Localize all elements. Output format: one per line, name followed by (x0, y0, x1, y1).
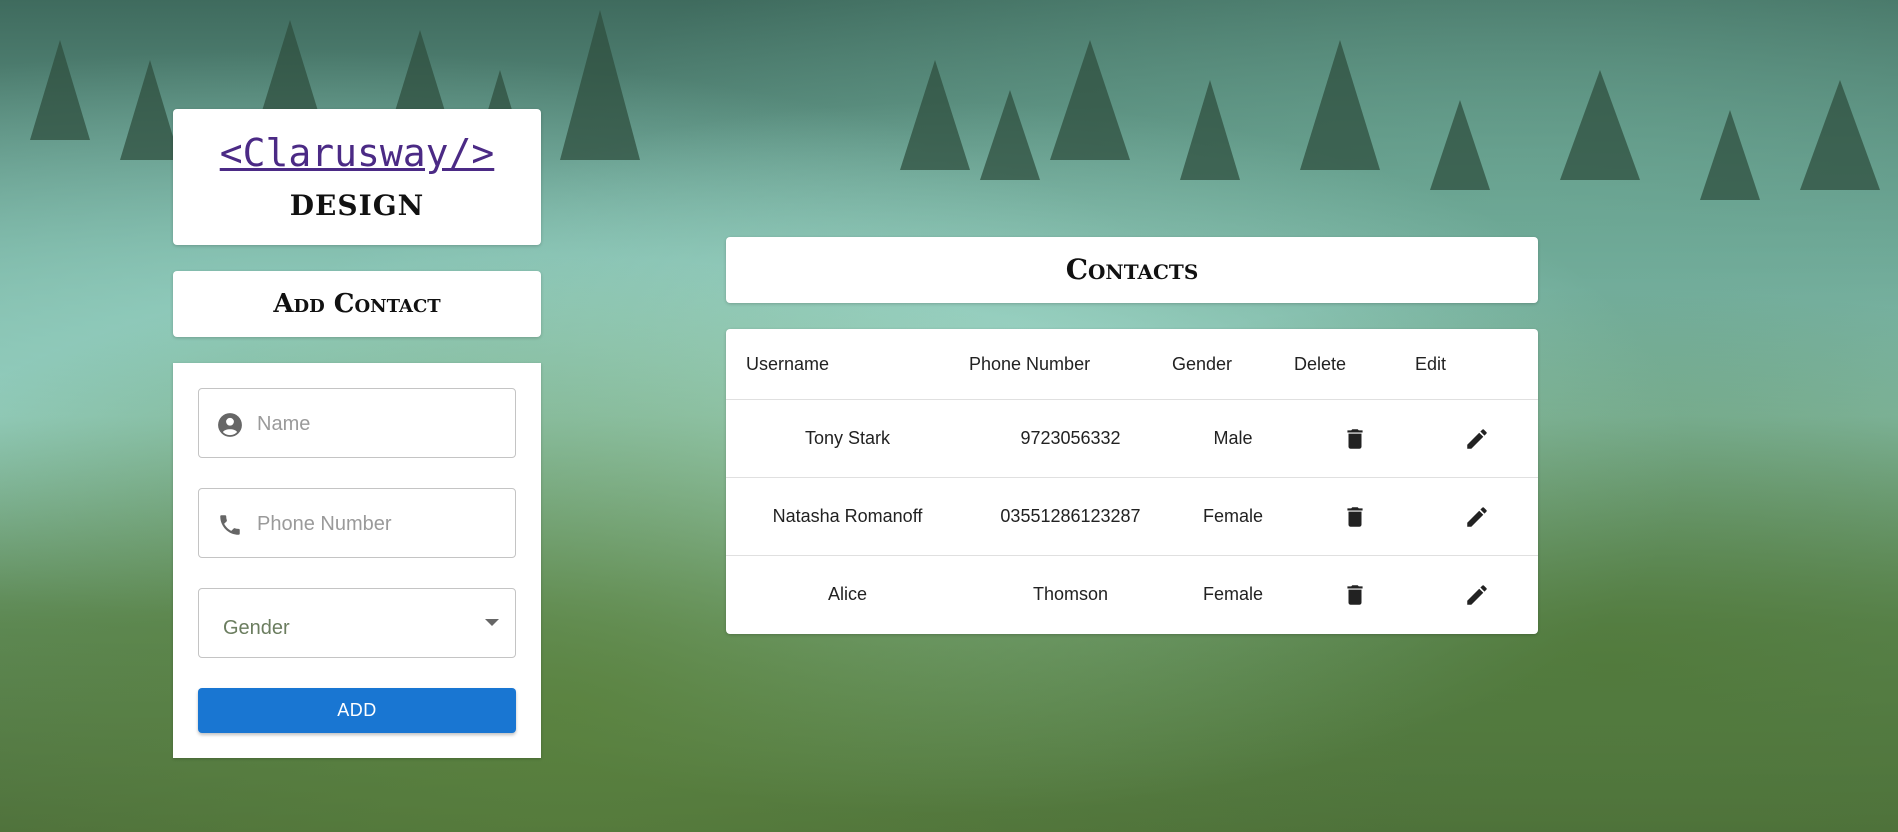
cell-edit (1415, 477, 1538, 556)
cell-gender: Female (1202, 584, 1264, 604)
cell-delete (1294, 399, 1415, 478)
brand-subtitle: DESIGN (289, 189, 425, 222)
gender-select-label: Gender (223, 617, 290, 639)
table-header-row: Username Phone Number Gender Delete Edit (726, 329, 1538, 400)
cell-username: Alice (827, 584, 867, 604)
name-input[interactable] (255, 389, 509, 459)
cell-username: Tony Stark (726, 399, 969, 478)
table-row: Tony Stark 9723056332 Male (726, 399, 1538, 478)
header-gender: Gender (1172, 329, 1294, 400)
cell-edit (1415, 399, 1538, 478)
cell-gender: Male (1172, 399, 1294, 478)
add-contact-form: Gender ADD (173, 363, 541, 758)
cell-phone: 03551286123287 (969, 477, 1172, 556)
cell-delete (1294, 477, 1415, 556)
trash-icon[interactable] (1342, 426, 1368, 452)
phone-input[interactable] (255, 489, 509, 559)
brand-card: <Clarusway/> DESIGN (173, 109, 541, 245)
pencil-icon[interactable] (1464, 504, 1490, 530)
brand-logo-link[interactable]: <Clarusway/> (220, 131, 495, 175)
phone-icon (220, 515, 240, 535)
cell-delete (1294, 556, 1415, 634)
header-username: Username (726, 329, 969, 400)
contacts-header: Contacts (726, 237, 1538, 303)
header-phone: Phone Number (969, 329, 1172, 400)
contacts-title: Contacts (1065, 253, 1199, 286)
table-row: Natasha Romanoff 03551286123287 Female (726, 477, 1538, 556)
cell-phone: Thomson (1032, 584, 1109, 604)
cell-phone: 9723056332 (969, 399, 1172, 478)
add-button[interactable]: ADD (198, 688, 516, 733)
add-contact-title: Add Contact (273, 289, 441, 319)
name-field (198, 388, 516, 459)
header-delete: Delete (1294, 329, 1415, 400)
header-edit: Edit (1415, 329, 1538, 400)
table-row: Alice Thomson Female (726, 556, 1538, 634)
chevron-down-icon (485, 619, 499, 626)
trash-icon[interactable] (1342, 504, 1368, 530)
contacts-table-card: Username Phone Number Gender Delete Edit… (726, 329, 1538, 634)
cell-edit (1415, 556, 1538, 634)
cell-username: Natasha Romanoff (726, 477, 969, 556)
pencil-icon[interactable] (1464, 426, 1490, 452)
trash-icon[interactable] (1342, 582, 1368, 608)
contacts-table: Username Phone Number Gender Delete Edit… (726, 329, 1538, 633)
gender-select[interactable]: Gender (198, 588, 516, 658)
cell-gender: Female (1172, 477, 1294, 556)
pencil-icon[interactable] (1464, 582, 1490, 608)
phone-field (198, 488, 516, 559)
account-circle-icon (218, 413, 242, 437)
add-contact-header: Add Contact (173, 271, 541, 337)
